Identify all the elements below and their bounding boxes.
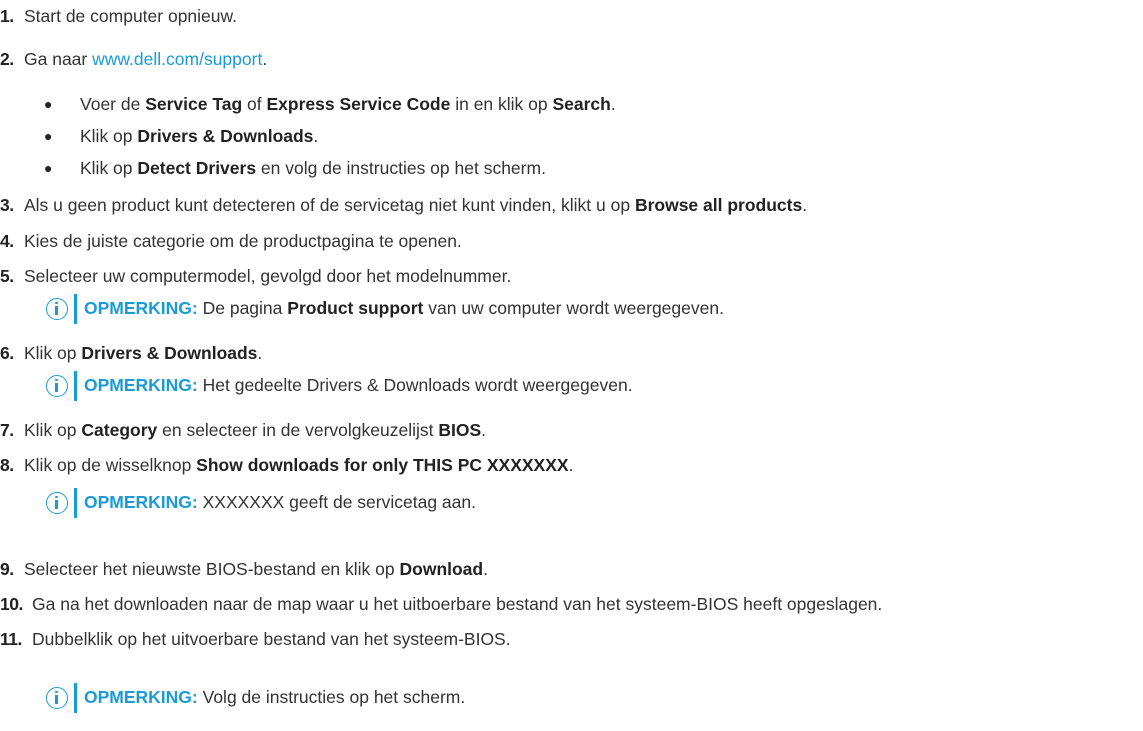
step-number: 1.	[0, 6, 14, 26]
text-part: XXXXXXX geeft de servicetag aan.	[197, 492, 476, 512]
dell-support-link[interactable]: www.dell.com/support	[92, 49, 262, 69]
note-text: OPMERKING: Het gedeelte Drivers & Downlo…	[84, 373, 633, 397]
note-divider	[74, 294, 77, 324]
step-text: Selecteer het nieuwste BIOS-bestand en k…	[24, 557, 488, 581]
text-part: Klik op	[80, 158, 138, 178]
step-number: 11.	[0, 629, 22, 649]
step-text: Selecteer uw computermodel, gevolgd door…	[24, 266, 512, 286]
step-text-part: .	[262, 49, 268, 69]
text-bold: BIOS	[438, 420, 482, 440]
text-part: of	[242, 94, 267, 114]
note-label: OPMERKING:	[84, 687, 198, 707]
bullet-icon: ●	[44, 160, 53, 176]
text-bold: Category	[81, 420, 158, 440]
text-bold: Express Service Code	[266, 94, 451, 114]
note-label: OPMERKING:	[84, 375, 198, 395]
text-part: Klik op	[24, 343, 82, 363]
text-part: .	[802, 195, 808, 215]
bios-update-instructions: { "steps": [ {"num": "1.", "text": "Star…	[0, 0, 1143, 731]
info-icon	[46, 687, 68, 709]
info-icon	[46, 375, 68, 397]
text-part: Klik op	[24, 420, 82, 440]
text-part: Het gedeelte Drivers & Downloads wordt w…	[197, 375, 633, 395]
text-part: in en klik op	[450, 94, 553, 114]
step-text: Ga naar www.dell.com/support.	[24, 47, 267, 71]
text-part: .	[483, 559, 488, 579]
step-number: 5.	[0, 266, 14, 286]
text-part: Volg de instructies op het scherm.	[197, 687, 466, 707]
text-part: Klik op	[80, 126, 138, 146]
step-text-part: Ga naar	[24, 49, 93, 69]
note-divider	[74, 683, 77, 713]
text-part: .	[313, 126, 319, 146]
text-bold: Product support	[287, 298, 424, 318]
text-part: en volg de instructies op het scherm.	[256, 158, 546, 178]
text-bold: Drivers & Downloads	[81, 343, 258, 363]
note-label: OPMERKING:	[84, 298, 198, 318]
text-part: .	[481, 420, 487, 440]
text-part: en selecteer in de vervolgkeuzelijst	[157, 420, 439, 440]
note-text: OPMERKING: Volg de instructies op het sc…	[84, 685, 465, 709]
text-bold: Show downloads for only THIS PC XXXXXXX	[196, 455, 569, 475]
text-part: Als u geen product kunt detecteren of de…	[24, 195, 635, 215]
bullet-icon: ●	[44, 96, 53, 112]
step-text: Start de computer opnieuw.	[24, 6, 238, 26]
info-icon	[46, 492, 68, 514]
step-number: 3.	[0, 195, 14, 215]
text-part: .	[257, 343, 263, 363]
note-label: OPMERKING:	[84, 492, 198, 512]
text-part: .	[610, 94, 616, 114]
info-icon	[46, 298, 68, 320]
substep-text: Voer de Service Tag of Express Service C…	[80, 92, 616, 116]
substep-text: Klik op Drivers & Downloads.	[80, 124, 318, 148]
step-number: 2.	[0, 49, 14, 69]
text-part: De pagina	[197, 298, 288, 318]
step-number: 6.	[0, 343, 14, 363]
text-bold: Search	[552, 94, 611, 114]
step-text: Dubbelklik op het uitvoerbare bestand va…	[32, 629, 511, 649]
step-text: Als u geen product kunt detecteren of de…	[24, 193, 807, 217]
text-part: Voer de	[80, 94, 146, 114]
substep-text: Klik op Detect Drivers en volg de instru…	[80, 156, 546, 180]
text-bold: Browse all products	[634, 195, 803, 215]
step-number: 9.	[0, 559, 14, 579]
text-part: .	[568, 455, 574, 475]
text-part: Selecteer het nieuwste BIOS-bestand en k…	[24, 559, 400, 579]
text-bold: Download	[399, 559, 484, 579]
text-part: Klik op de wisselknop	[24, 455, 197, 475]
text-bold: Drivers & Downloads	[137, 126, 314, 146]
text-part: van uw computer wordt weergegeven.	[423, 298, 724, 318]
note-divider	[74, 488, 77, 518]
step-number: 4.	[0, 231, 14, 251]
note-divider	[74, 371, 77, 401]
step-text: Ga na het downloaden naar de map waar u …	[32, 594, 883, 614]
step-text: Klik op Category en selecteer in de verv…	[24, 418, 486, 442]
bullet-icon: ●	[44, 128, 53, 144]
step-number: 8.	[0, 455, 14, 475]
step-text: Klik op de wisselknop Show downloads for…	[24, 453, 573, 477]
text-bold: Service Tag	[145, 94, 243, 114]
note-text: OPMERKING: De pagina Product support van…	[84, 296, 724, 320]
step-number: 7.	[0, 420, 14, 440]
step-text: Klik op Drivers & Downloads.	[24, 341, 262, 365]
step-text: Kies de juiste categorie om de productpa…	[24, 231, 462, 251]
note-text: OPMERKING: XXXXXXX geeft de servicetag a…	[84, 490, 476, 514]
step-number: 10.	[0, 594, 23, 614]
text-bold: Detect Drivers	[137, 158, 257, 178]
